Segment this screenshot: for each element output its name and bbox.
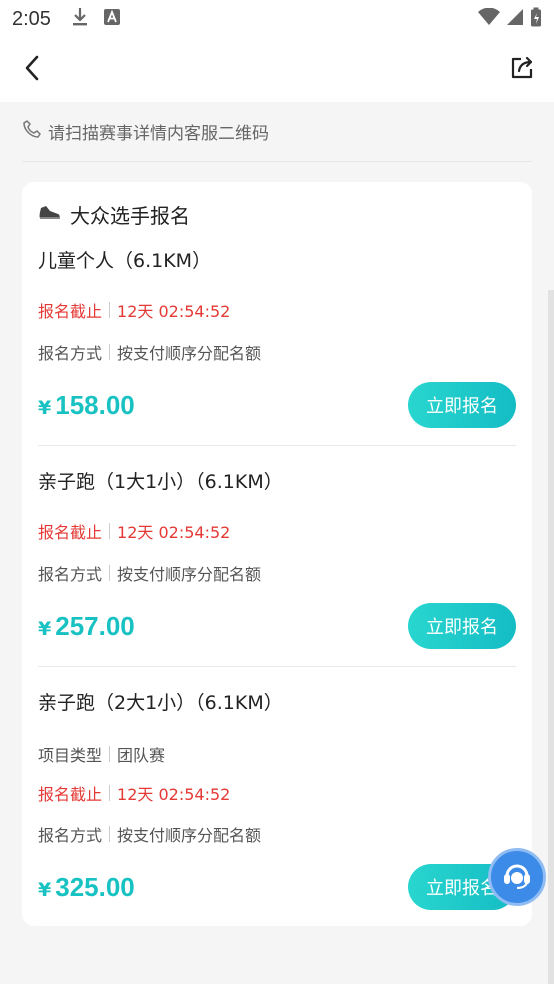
signup-button[interactable]: 立即报名 <box>408 603 516 649</box>
divider <box>109 826 111 842</box>
registration-card: 大众选手报名 儿童个人（6.1KM） 报名截止 12天 02:54:52 报名方… <box>22 182 532 926</box>
status-time: 2:05 <box>12 7 51 30</box>
signup-button[interactable]: 立即报名 <box>408 382 516 428</box>
card-title: 大众选手报名 <box>70 203 190 228</box>
contact-notice: 请扫描赛事详情内客服二维码 <box>22 102 532 162</box>
divider <box>109 785 111 801</box>
card-header: 大众选手报名 <box>38 198 190 230</box>
share-icon <box>509 55 535 85</box>
deadline-countdown: 12天 02:54:52 <box>117 302 231 321</box>
price-value: 257.00 <box>55 611 135 641</box>
deadline-label: 报名截止 <box>38 785 103 804</box>
item-divider <box>38 445 516 446</box>
list-item: 亲子跑（1大1小）（6.1KM） 报名截止 12天 02:54:52 报名方式 … <box>38 467 516 667</box>
download-icon <box>71 7 89 32</box>
price: ¥ 158.00 <box>38 390 135 421</box>
battery-icon <box>530 7 542 32</box>
method-value: 按支付顺序分配名额 <box>117 565 262 584</box>
divider <box>109 344 111 360</box>
divider <box>109 565 111 581</box>
deadline-row: 报名截止 12天 02:54:52 <box>38 298 230 322</box>
customer-service-button[interactable] <box>488 848 546 906</box>
method-row: 报名方式 按支付顺序分配名额 <box>38 822 261 846</box>
method-label: 报名方式 <box>38 565 103 584</box>
method-value: 按支付顺序分配名额 <box>117 826 262 845</box>
scrollbar[interactable] <box>548 290 554 984</box>
status-bar: 2:05 <box>0 0 554 38</box>
price: ¥ 325.00 <box>38 872 135 903</box>
method-value: 按支付顺序分配名额 <box>117 344 262 363</box>
signal-icon <box>506 8 524 31</box>
deadline-countdown: 12天 02:54:52 <box>117 523 231 542</box>
method-row: 报名方式 按支付顺序分配名额 <box>38 340 261 364</box>
nav-bar <box>0 38 554 102</box>
method-label: 报名方式 <box>38 344 103 363</box>
price-value: 158.00 <box>55 390 135 420</box>
divider <box>109 746 111 762</box>
type-value: 团队赛 <box>117 746 166 765</box>
deadline-label: 报名截止 <box>38 302 103 321</box>
list-item: 儿童个人（6.1KM） 报名截止 12天 02:54:52 报名方式 按支付顺序… <box>38 246 516 446</box>
currency-symbol: ¥ <box>38 397 52 419</box>
app-notification-icon <box>103 8 121 31</box>
deadline-row: 报名截止 12天 02:54:52 <box>38 519 230 543</box>
type-label: 项目类型 <box>38 746 103 765</box>
list-item: 亲子跑（2大1小）（6.1KM） 项目类型 团队赛 报名截止 12天 02:54… <box>38 688 516 918</box>
shoe-icon <box>38 202 62 227</box>
phone-icon <box>22 119 42 144</box>
method-label: 报名方式 <box>38 826 103 845</box>
chevron-left-icon <box>23 54 41 86</box>
divider <box>109 302 111 318</box>
currency-symbol: ¥ <box>38 618 52 640</box>
currency-symbol: ¥ <box>38 879 52 901</box>
divider <box>109 523 111 539</box>
type-row: 项目类型 团队赛 <box>38 742 165 766</box>
share-button[interactable] <box>504 52 540 88</box>
item-divider <box>38 666 516 667</box>
deadline-countdown: 12天 02:54:52 <box>117 785 231 804</box>
price-value: 325.00 <box>55 872 135 902</box>
notice-text: 请扫描赛事详情内客服二维码 <box>48 124 269 144</box>
deadline-label: 报名截止 <box>38 523 103 542</box>
item-name: 亲子跑（1大1小）（6.1KM） <box>38 471 283 493</box>
item-name: 儿童个人（6.1KM） <box>38 250 212 272</box>
item-name: 亲子跑（2大1小）（6.1KM） <box>38 692 283 714</box>
deadline-row: 报名截止 12天 02:54:52 <box>38 781 230 805</box>
wifi-icon <box>478 7 500 31</box>
price: ¥ 257.00 <box>38 611 135 642</box>
customer-service-icon <box>500 858 534 896</box>
method-row: 报名方式 按支付顺序分配名额 <box>38 561 261 585</box>
back-button[interactable] <box>14 52 50 88</box>
